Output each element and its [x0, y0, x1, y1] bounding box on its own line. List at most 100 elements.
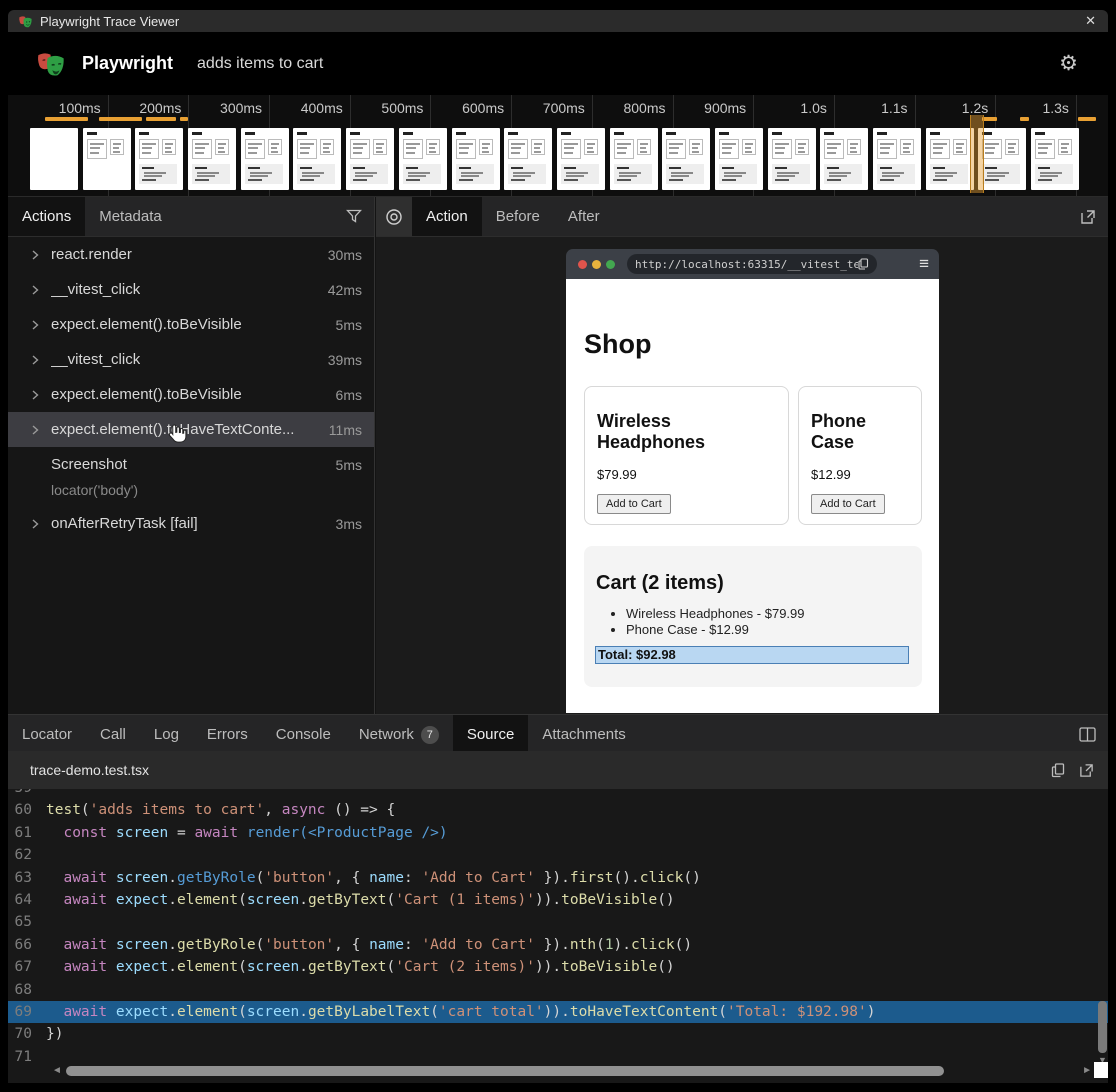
- thumb-cart-line: [669, 179, 683, 181]
- open-source-external-icon[interactable]: [1079, 763, 1094, 778]
- scroll-right-arrow-icon[interactable]: ►: [1082, 1065, 1092, 1076]
- code-line[interactable]: 64 await expect.element(screen.getByText…: [8, 889, 1108, 911]
- code-line[interactable]: 62: [8, 844, 1108, 866]
- filmstrip-thumbnail[interactable]: [768, 128, 816, 190]
- chevron-right-icon[interactable]: [30, 519, 40, 529]
- timeline-filmstrip[interactable]: [30, 128, 1079, 190]
- filmstrip-thumbnail[interactable]: [30, 128, 78, 190]
- filmstrip-thumbnail[interactable]: [399, 128, 447, 190]
- filmstrip-thumbnail[interactable]: [1031, 128, 1079, 190]
- tab-after[interactable]: After: [554, 197, 614, 236]
- thumb-card: [479, 139, 493, 155]
- thumb-card: [719, 139, 739, 159]
- add-to-cart-button[interactable]: Add to Cart: [597, 494, 671, 514]
- product-price: $12.99: [811, 467, 909, 482]
- address-bar[interactable]: http://localhost:63315/__vitest_test__/?…: [627, 254, 877, 274]
- tab-source[interactable]: Source: [453, 715, 529, 754]
- filmstrip-thumbnail[interactable]: [926, 128, 974, 190]
- code-line[interactable]: 65: [8, 911, 1108, 933]
- code-line[interactable]: 59: [8, 789, 1108, 799]
- thumb-line: [482, 143, 490, 145]
- horizontal-scrollbar[interactable]: ◄ ►: [52, 1064, 1092, 1078]
- action-row[interactable]: expect.element().toBeVisible5ms: [8, 307, 374, 342]
- action-row[interactable]: expect.element().toHaveTextConte...11ms: [8, 412, 374, 447]
- filmstrip-thumbnail[interactable]: [135, 128, 183, 190]
- code-line[interactable]: 66 await screen.getByRole('button', { na…: [8, 934, 1108, 956]
- traffic-light-red: [578, 260, 587, 269]
- vertical-scroll-thumb[interactable]: [1098, 1001, 1107, 1053]
- thumb-line: [218, 143, 226, 145]
- timeline[interactable]: 100ms200ms300ms400ms500ms600ms700ms800ms…: [8, 95, 1108, 196]
- thumb-shop-title: [456, 132, 466, 135]
- split-view-icon[interactable]: [1079, 727, 1096, 742]
- scroll-left-arrow-icon[interactable]: ◄: [52, 1065, 62, 1076]
- tab-actions[interactable]: Actions: [8, 197, 85, 236]
- open-external-icon[interactable]: [1080, 209, 1096, 225]
- horizontal-scroll-thumb[interactable]: [66, 1066, 944, 1076]
- add-to-cart-button[interactable]: Add to Cart: [811, 494, 885, 514]
- filmstrip-thumbnail[interactable]: [293, 128, 341, 190]
- filmstrip-thumbnail[interactable]: [188, 128, 236, 190]
- chevron-right-icon[interactable]: [30, 390, 40, 400]
- chevron-right-icon[interactable]: [30, 320, 40, 330]
- action-row[interactable]: __vitest_click39ms: [8, 342, 374, 377]
- action-duration: 6ms: [336, 387, 362, 403]
- filmstrip-thumbnail[interactable]: [978, 128, 1026, 190]
- tab-action[interactable]: Action: [412, 197, 482, 236]
- filmstrip-thumbnail[interactable]: [83, 128, 131, 190]
- action-row[interactable]: onAfterRetryTask [fail]3ms: [8, 506, 374, 541]
- action-row[interactable]: expect.element().toBeVisible 6ms: [8, 377, 374, 412]
- filmstrip-thumbnail[interactable]: [504, 128, 552, 190]
- code-line[interactable]: 69 await expect.element(screen.getByLabe…: [8, 1001, 1108, 1023]
- details-tabbar: LocatorCallLogErrorsConsoleNetwork7Sourc…: [8, 715, 1108, 755]
- code-line[interactable]: 60test('adds items to cart', async () =>…: [8, 799, 1108, 821]
- copy-source-icon[interactable]: [1051, 763, 1065, 778]
- thumb-line: [142, 143, 156, 145]
- settings-gear-icon[interactable]: ⚙: [1059, 53, 1078, 74]
- close-icon[interactable]: ✕: [1085, 13, 1096, 29]
- code-line[interactable]: 68: [8, 979, 1108, 1001]
- thumb-cart-line: [882, 175, 900, 177]
- action-row[interactable]: react.render30ms: [8, 237, 374, 272]
- action-row[interactable]: __vitest_click42ms: [8, 272, 374, 307]
- tab-console[interactable]: Console: [262, 715, 345, 754]
- filmstrip-thumbnail[interactable]: [557, 128, 605, 190]
- filmstrip-thumbnail[interactable]: [873, 128, 921, 190]
- filmstrip-thumbnail[interactable]: [820, 128, 868, 190]
- source-code-view[interactable]: 5960test('adds items to cart', async () …: [8, 789, 1108, 1083]
- timeline-tick-label: 400ms: [301, 100, 343, 116]
- copy-url-icon[interactable]: [858, 258, 869, 270]
- thumb-line: [142, 152, 151, 154]
- tab-network[interactable]: Network7: [345, 715, 453, 754]
- menu-icon[interactable]: ≡: [919, 254, 929, 274]
- thumb-line: [617, 143, 631, 145]
- code-line[interactable]: 67 await expect.element(screen.getByText…: [8, 956, 1108, 978]
- action-name: expect.element().toBeVisible: [51, 386, 242, 403]
- filmstrip-thumbnail[interactable]: [662, 128, 710, 190]
- filmstrip-thumbnail[interactable]: [715, 128, 763, 190]
- code-line[interactable]: 61 const screen = await render(<ProductP…: [8, 822, 1108, 844]
- tab-call[interactable]: Call: [86, 715, 140, 754]
- code-line[interactable]: 63 await screen.getByRole('button', { na…: [8, 867, 1108, 889]
- filmstrip-thumbnail[interactable]: [610, 128, 658, 190]
- filmstrip-thumbnail[interactable]: [452, 128, 500, 190]
- tab-metadata[interactable]: Metadata: [85, 197, 176, 236]
- filmstrip-thumbnail[interactable]: [346, 128, 394, 190]
- thumb-shop-title: [930, 132, 940, 135]
- tab-errors[interactable]: Errors: [193, 715, 262, 754]
- chevron-right-icon[interactable]: [30, 250, 40, 260]
- chevron-right-icon[interactable]: [30, 355, 40, 365]
- tab-log[interactable]: Log: [140, 715, 193, 754]
- tab-attachments[interactable]: Attachments: [528, 715, 639, 754]
- chevron-right-icon[interactable]: [30, 285, 40, 295]
- chevron-right-icon[interactable]: [30, 425, 40, 435]
- filmstrip-thumbnail[interactable]: [241, 128, 289, 190]
- thumb-cart-line: [355, 172, 377, 174]
- tab-before[interactable]: Before: [482, 197, 554, 236]
- tab-locator[interactable]: Locator: [8, 715, 86, 754]
- code-token: 'Cart (2 items)': [395, 959, 535, 975]
- action-row[interactable]: Screenshot5ms: [8, 447, 374, 482]
- filter-funnel-icon[interactable]: [346, 209, 362, 224]
- code-line[interactable]: 70}): [8, 1023, 1108, 1045]
- pick-locator-button[interactable]: [376, 197, 412, 236]
